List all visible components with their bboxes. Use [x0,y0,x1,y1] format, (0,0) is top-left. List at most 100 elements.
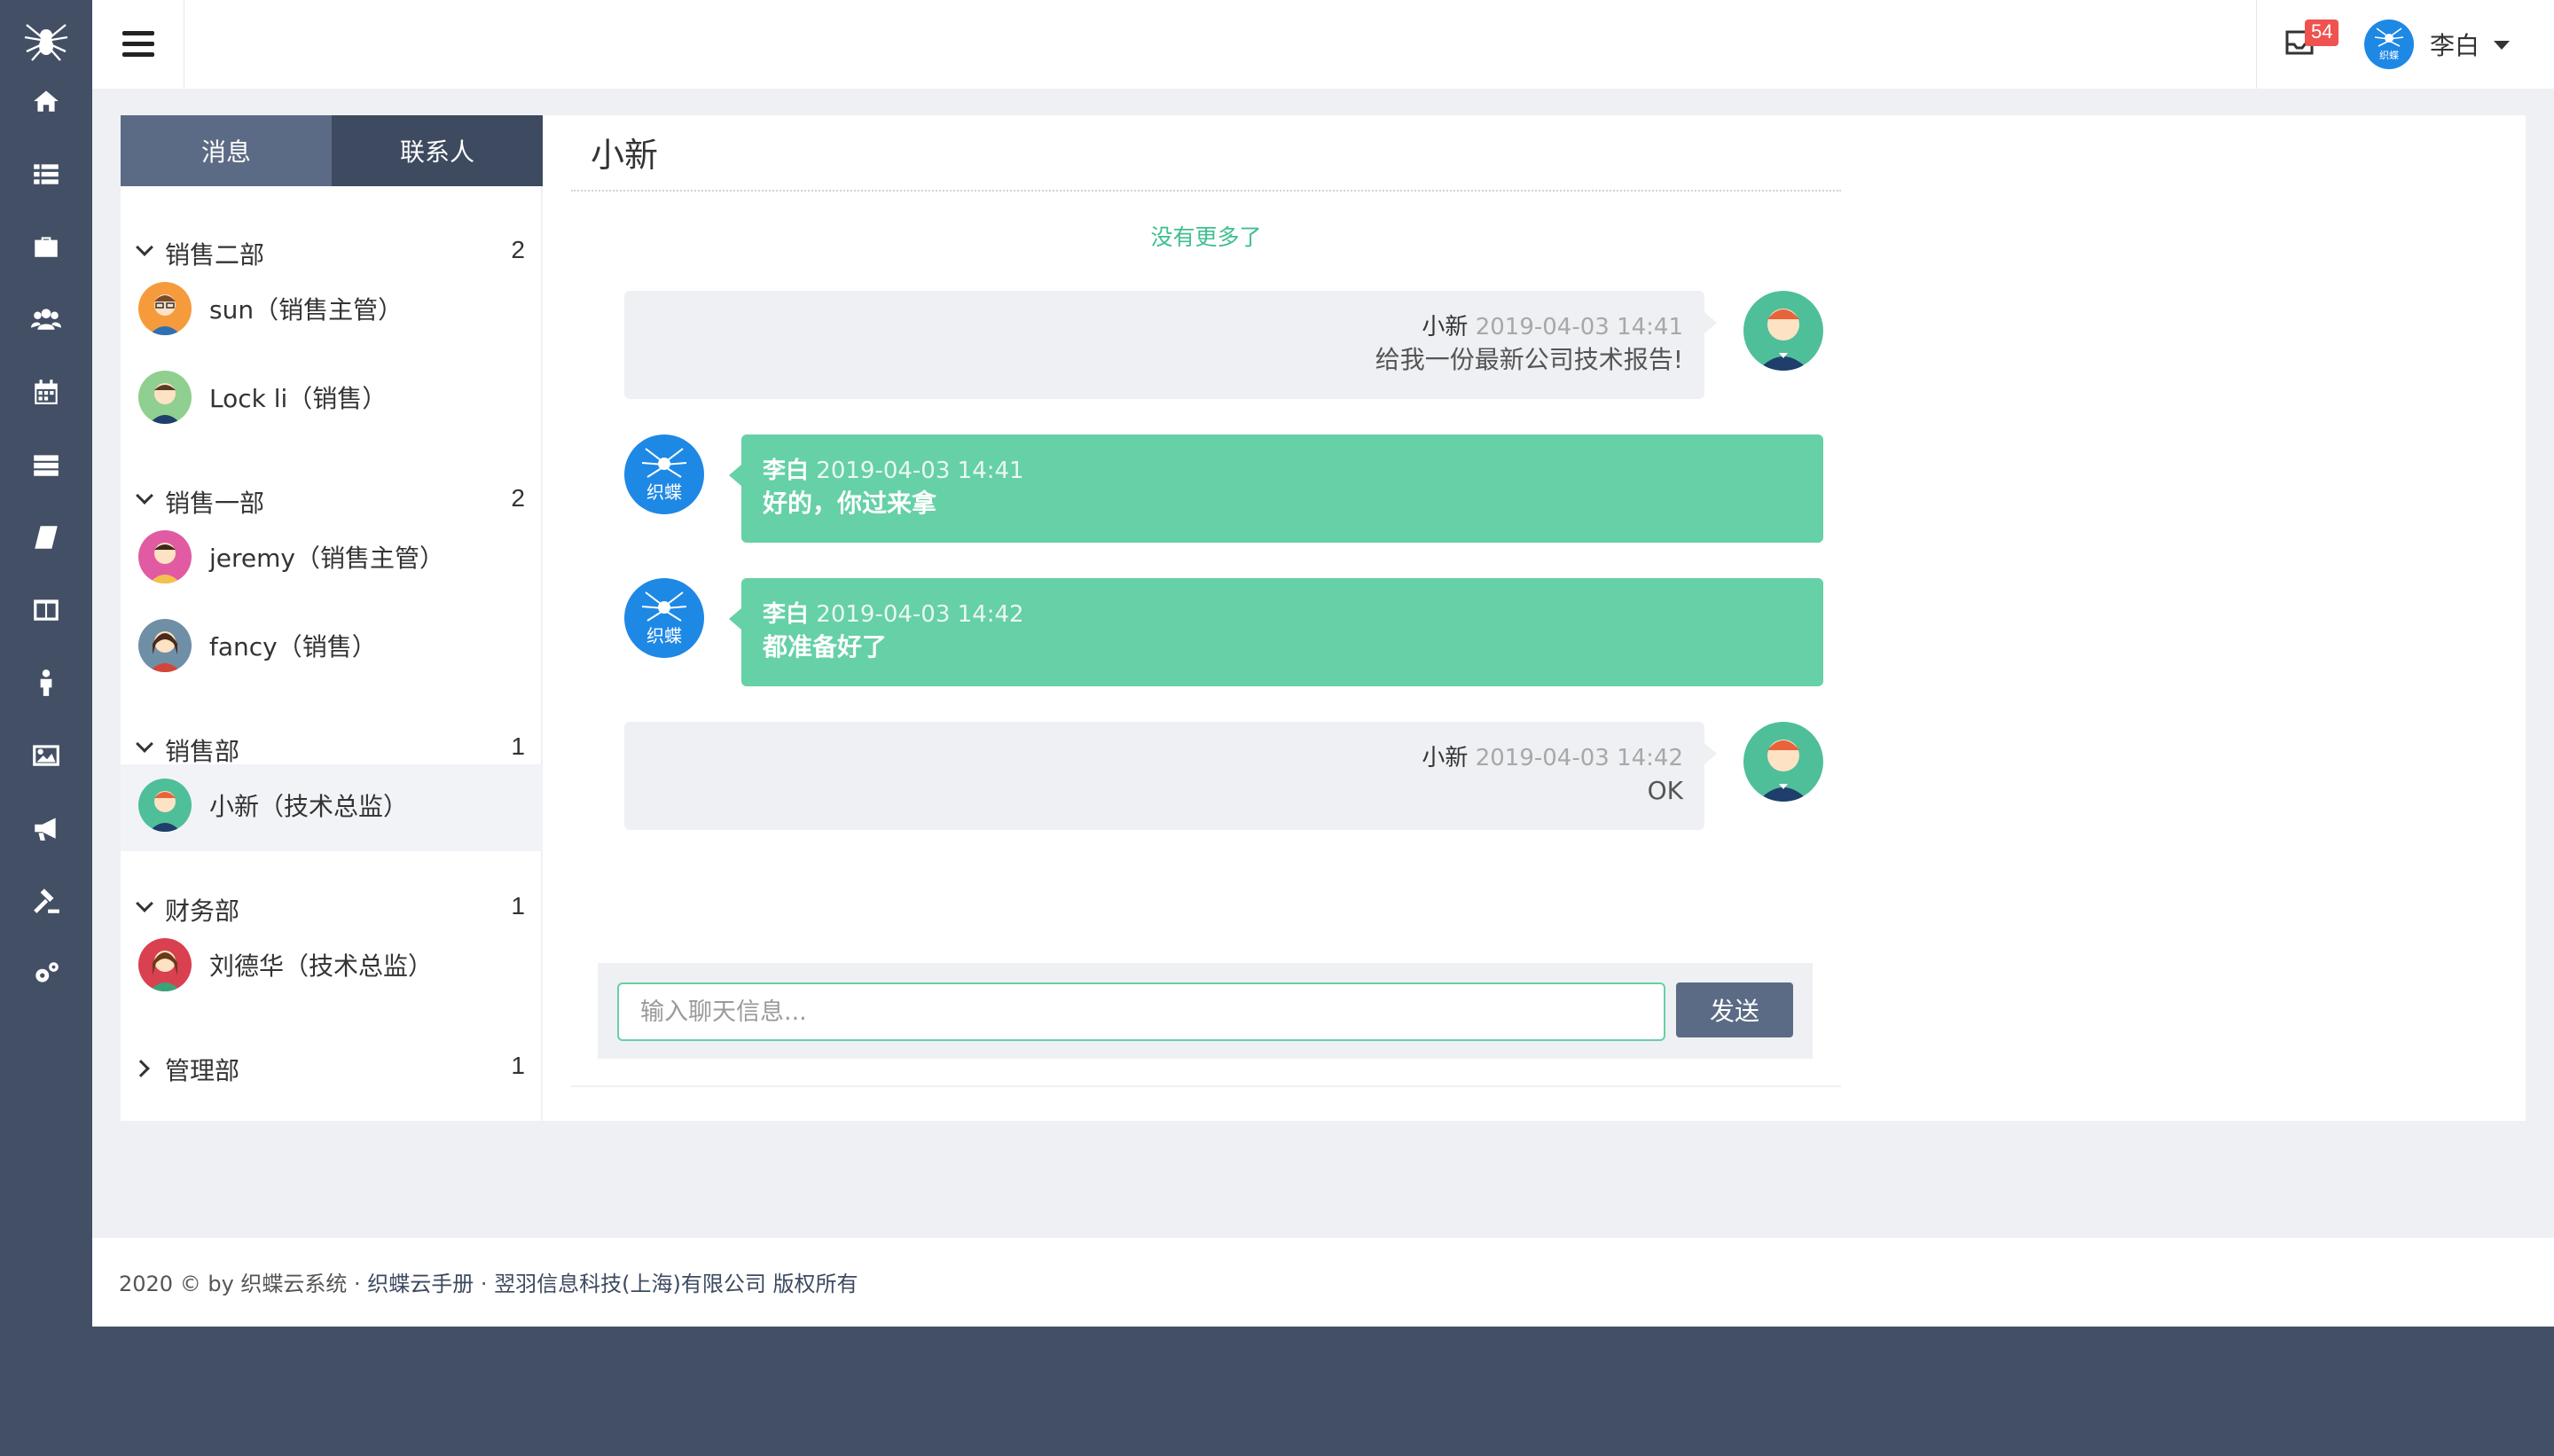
nav-settings[interactable] [25,952,67,995]
contact-name: jeremy（销售主管） [209,544,444,573]
sidebar-rail [0,0,92,1456]
message-text: 给我一份最新公司技术报告! [1375,345,1683,374]
server-icon [34,455,59,476]
contact-item[interactable]: jeremy（销售主管） [121,516,543,603]
nav-server[interactable] [25,443,67,486]
gavel-icon [34,888,59,913]
message-sender: 小新 [1422,745,1469,771]
chevron-down-icon [136,239,153,256]
message-bubble: 小新 2019-04-03 14:41 给我一份最新公司技术报告! [624,291,1717,399]
hamburger-icon [121,31,154,58]
contact-item[interactable]: sun（销售主管） [121,268,543,355]
contact-item[interactable]: Lock li（销售） [121,356,543,443]
nav-users[interactable] [25,298,67,341]
footer-separator: · [474,1272,495,1296]
svg-text:织蝶: 织蝶 [2379,49,2399,61]
nav-image[interactable] [25,734,67,777]
message-text: 好的，你过来拿 [763,489,937,518]
message-text: OK [1647,776,1683,805]
home-icon [34,90,59,112]
contact-item[interactable]: 刘德华（技术总监） [121,924,543,1011]
tab-contacts[interactable]: 联系人 [332,115,543,186]
divider [571,1085,1841,1087]
nav-home[interactable] [25,80,67,122]
avatar: 织蝶 [624,578,704,658]
chat-title: 小新 [591,136,659,175]
message-bubble: 李白 2019-04-03 14:41 好的，你过来拿 [729,434,1823,543]
chevron-down-icon [136,895,153,912]
avatar [138,938,192,991]
mail-button[interactable]: 54 [2256,0,2354,89]
panel-tabs: 消息 联系人 [121,115,543,186]
nav-announce[interactable] [25,807,67,849]
avatar [1743,291,1823,371]
top-navbar: 54 织蝶 李白 [92,0,2554,89]
gears-icon [35,962,59,982]
send-button[interactable]: 发送 [1676,982,1793,1037]
contact-name: fancy（销售） [209,632,377,661]
message-bubble: 李白 2019-04-03 14:42 都准备好了 [729,578,1823,686]
group-header[interactable]: 管理部 1 [121,1048,543,1092]
group-count: 2 [511,236,525,263]
message-text: 都准备好了 [763,632,888,661]
avatar [138,371,192,424]
tab-messages[interactable]: 消息 [121,115,332,186]
group-name: 销售部 [165,737,240,766]
chevron-right-icon [132,1060,150,1077]
message-bubble: 小新 2019-04-03 14:42 OK [624,722,1717,830]
briefcase-icon [35,237,58,257]
spider-logo-icon[interactable] [21,16,71,66]
nav-briefcase[interactable] [25,225,67,268]
message-time: 2019-04-03 14:41 [816,458,1024,484]
divider [571,190,1841,192]
list-icon [34,164,59,184]
group-count: 1 [511,732,525,760]
group-name: 销售一部 [165,489,265,518]
group-name: 销售二部 [165,240,265,270]
menu-toggle-button[interactable] [92,0,184,89]
avatar [138,779,192,832]
message-sender: 李白 [763,601,810,628]
columns-icon [34,599,59,621]
users-icon [31,309,61,330]
caret-down-icon[interactable] [2494,41,2510,50]
contact-item-active[interactable]: 小新（技术总监） [121,764,543,851]
footer-company-link[interactable]: 翌羽信息科技(上海)有限公司 版权所有 [494,1272,858,1296]
chevron-down-icon [136,735,153,753]
nav-list[interactable] [25,153,67,195]
avatar [138,282,192,335]
message-sender: 小新 [1422,314,1469,341]
nav-book[interactable] [25,516,67,559]
nav-columns[interactable] [25,589,67,631]
nav-gavel[interactable] [25,880,67,922]
bullhorn-icon [35,818,56,841]
user-name[interactable]: 李白 [2430,27,2480,62]
contact-item[interactable]: fancy（销售） [121,605,543,692]
message-time: 2019-04-03 14:41 [1475,314,1683,341]
no-more-label[interactable]: 没有更多了 [571,220,1841,252]
contacts-panel: 销售二部 2 sun（销售主管） Lock li（销售） 销售一部 2 jere… [121,186,543,1121]
svg-text:织蝶: 织蝶 [646,625,682,646]
avatar: 织蝶 [624,434,704,514]
footer-copyright: 2020 © by 织蝶云系统 · [119,1272,368,1296]
svg-text:织蝶: 织蝶 [646,481,682,503]
chevron-down-icon [136,487,153,505]
contact-name: 小新（技术总监） [209,792,409,821]
nav-calendar[interactable] [25,371,67,413]
footer-manual-link[interactable]: 织蝶云手册 [367,1272,474,1296]
message-sender: 李白 [763,458,810,484]
message-time: 2019-04-03 14:42 [816,601,1024,628]
contact-name: Lock li（销售） [209,384,388,413]
chat-message-input[interactable] [617,982,1665,1041]
content-card: 消息 联系人 销售二部 2 sun（销售主管） Lock li（销售） 销售一部… [121,115,2526,1121]
mail-badge: 54 [2305,20,2339,46]
message-time: 2019-04-03 14:42 [1475,745,1683,771]
avatar [1743,722,1823,802]
group-count: 1 [511,892,525,920]
user-avatar[interactable]: 织蝶 [2364,20,2414,69]
main-area: 54 织蝶 李白 消息 联系人 销售二部 2 sun（销售主管） Lock li… [92,0,2554,1327]
book-icon [35,526,58,549]
contact-name: sun（销售主管） [209,295,403,325]
spider-avatar-icon: 织蝶 [2374,27,2404,61]
nav-person[interactable] [25,661,67,704]
